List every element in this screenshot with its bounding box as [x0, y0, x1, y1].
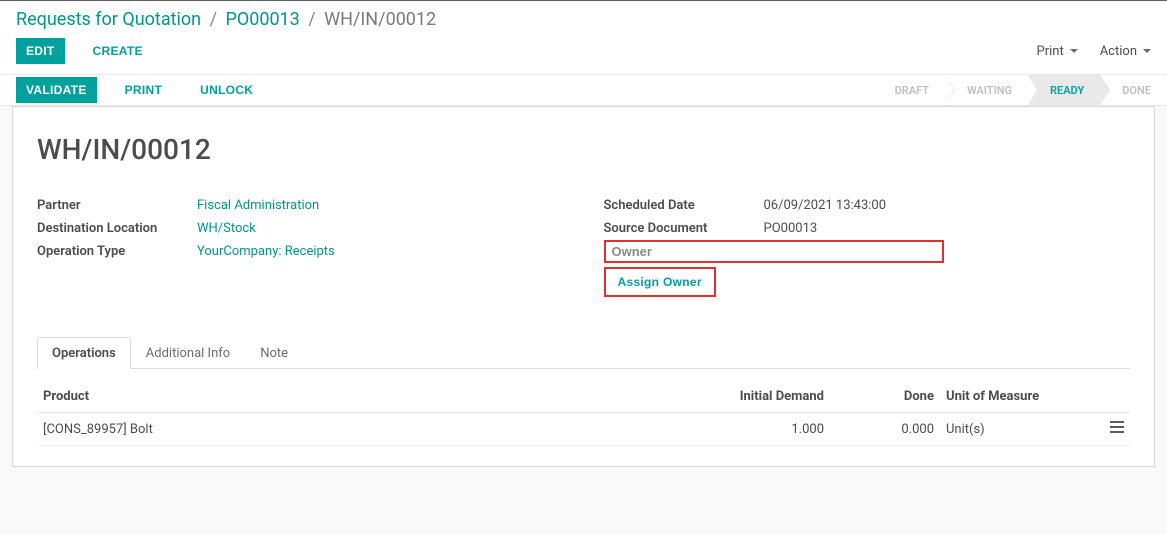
- breadcrumb-current: WH/IN/00012: [324, 9, 436, 30]
- print-button[interactable]: PRINT: [115, 77, 173, 103]
- source-document-value: PO00013: [764, 221, 818, 236]
- partner-label: Partner: [37, 198, 197, 213]
- operation-type-value[interactable]: YourCompany: Receipts: [197, 244, 335, 259]
- owner-input[interactable]: [612, 244, 936, 259]
- col-actions: [1100, 381, 1130, 413]
- breadcrumb-sep: /: [210, 9, 217, 30]
- owner-field-wrap[interactable]: [604, 240, 944, 263]
- tab-additional-info[interactable]: Additional Info: [131, 337, 245, 369]
- table-row[interactable]: [CONS_89957] Bolt 1.000 0.000 Unit(s): [37, 413, 1130, 446]
- caret-down-icon: [1143, 49, 1151, 53]
- status-done[interactable]: DONE: [1100, 75, 1167, 105]
- tab-operations[interactable]: Operations: [37, 337, 131, 369]
- col-initial-demand[interactable]: Initial Demand: [670, 381, 830, 413]
- col-done[interactable]: Done: [830, 381, 940, 413]
- breadcrumb-sep: /: [308, 9, 315, 30]
- cell-initial-demand: 1.000: [670, 413, 830, 446]
- scheduled-date-label: Scheduled Date: [604, 198, 764, 213]
- status-bar: DRAFT WAITING READY DONE: [873, 75, 1167, 105]
- tabs: Operations Additional Info Note: [37, 337, 1130, 369]
- scheduled-date-value: 06/09/2021 13:43:00: [764, 198, 887, 213]
- page-title: WH/IN/00012: [37, 133, 1130, 166]
- action-menu-label: Action: [1100, 44, 1137, 59]
- destination-location-value[interactable]: WH/Stock: [197, 221, 256, 236]
- operations-table: Product Initial Demand Done Unit of Meas…: [37, 381, 1130, 446]
- cell-uom: Unit(s): [940, 413, 1100, 446]
- assign-owner-button[interactable]: Assign Owner: [606, 269, 714, 295]
- col-product[interactable]: Product: [37, 381, 670, 413]
- row-details-icon[interactable]: [1110, 422, 1124, 437]
- print-menu-label: Print: [1037, 44, 1064, 59]
- status-waiting[interactable]: WAITING: [945, 75, 1028, 105]
- cell-done: 0.000: [830, 413, 940, 446]
- breadcrumb-root[interactable]: Requests for Quotation: [16, 9, 201, 30]
- print-menu[interactable]: Print: [1037, 44, 1078, 59]
- source-document-label: Source Document: [604, 221, 764, 236]
- tab-note[interactable]: Note: [245, 337, 303, 369]
- operation-type-label: Operation Type: [37, 244, 197, 259]
- breadcrumb: Requests for Quotation / PO00013 / WH/IN…: [16, 9, 436, 30]
- destination-location-label: Destination Location: [37, 221, 197, 236]
- breadcrumb-po[interactable]: PO00013: [225, 9, 299, 30]
- partner-value[interactable]: Fiscal Administration: [197, 198, 319, 213]
- create-button[interactable]: CREATE: [83, 38, 153, 64]
- validate-button[interactable]: VALIDATE: [16, 77, 97, 103]
- col-uom[interactable]: Unit of Measure: [940, 381, 1100, 413]
- unlock-button[interactable]: UNLOCK: [190, 77, 263, 103]
- action-menu[interactable]: Action: [1100, 44, 1151, 59]
- caret-down-icon: [1070, 49, 1078, 53]
- edit-button[interactable]: EDIT: [16, 38, 65, 64]
- status-draft[interactable]: DRAFT: [873, 75, 945, 105]
- cell-product: [CONS_89957] Bolt: [37, 413, 670, 446]
- status-ready[interactable]: READY: [1028, 75, 1100, 105]
